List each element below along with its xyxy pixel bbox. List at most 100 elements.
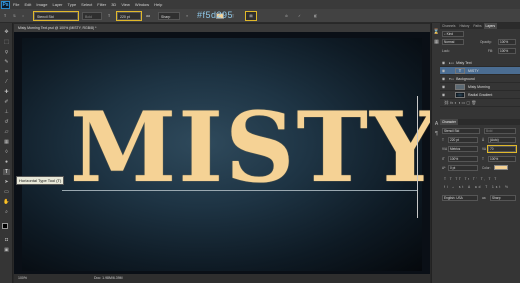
menu-help[interactable]: Help — [154, 2, 162, 7]
app-logo: Ps — [1, 0, 10, 9]
crop-tool-icon[interactable]: ⌗ — [3, 69, 10, 75]
character-panel-tabs: Character — [440, 119, 520, 125]
shape-tool-icon[interactable]: ▭ — [3, 189, 10, 195]
layer-thumbnail — [455, 83, 465, 90]
visibility-eye-icon[interactable]: ◉ — [440, 83, 447, 91]
history-brush-tool-icon[interactable]: ↺ — [3, 119, 10, 125]
path-select-tool-icon[interactable]: ➤ — [3, 179, 10, 185]
char-tracking-field[interactable]: 70 — [487, 145, 517, 153]
char-baseline-field[interactable]: 0 pt — [448, 165, 478, 171]
menu-type[interactable]: Type — [68, 2, 77, 7]
right-panels: Channels History Paths Layers ⌕ Kind Nor… — [440, 23, 520, 283]
char-color-swatch[interactable] — [494, 165, 508, 170]
canvas-area[interactable]: MISTY Horizontal Type Tool (T) — [14, 32, 430, 274]
char-kerning-field[interactable]: Metrics — [448, 146, 478, 152]
menu-edit[interactable]: Edit — [24, 2, 31, 7]
layer-row-radial-gradient[interactable]: ◉ Radial Gradient — [440, 91, 520, 99]
layer-filter-select[interactable]: ⌕ Kind — [442, 31, 464, 37]
visibility-eye-icon[interactable]: ◉ — [440, 91, 447, 99]
screen-mode-icon[interactable]: ▣ — [3, 247, 10, 253]
quick-select-tool-icon[interactable]: ✎ — [3, 59, 10, 65]
char-vscale-field[interactable]: 100% — [448, 156, 478, 162]
layers-list: ◉ ▸▭ Misty Text ◉ T MISTY ◉ ▾▭ Backgroun… — [440, 59, 520, 99]
menu-window[interactable]: Window — [135, 2, 149, 7]
layer-thumbnail — [455, 91, 465, 98]
panel-icon-strip: ⌛ ▦ A ¶ — [431, 23, 440, 283]
character-panel-icon[interactable]: A — [433, 121, 440, 127]
gradient-tool-icon[interactable]: ▦ — [3, 139, 10, 145]
eraser-tool-icon[interactable]: ▱ — [3, 129, 10, 135]
horizontal-scale-icon: T — [482, 157, 484, 161]
type-tool-icon[interactable]: T — [4, 12, 6, 20]
char-aa-mode-select[interactable]: Sharp — [490, 195, 516, 201]
menu-view[interactable]: View — [121, 2, 130, 7]
vertical-scale-icon: IT — [442, 157, 445, 161]
document-image[interactable]: MISTY Horizontal Type Tool (T) — [16, 38, 430, 271]
marquee-tool-icon[interactable]: ⬚ — [3, 39, 10, 45]
char-font-style-select[interactable]: Bold — [484, 128, 516, 134]
brush-tool-icon[interactable]: ✐ — [3, 99, 10, 105]
font-style-select[interactable]: Bold — [82, 12, 102, 20]
tab-character[interactable]: Character — [440, 119, 458, 125]
zoom-tool-icon[interactable]: ⌕ — [3, 209, 10, 215]
menu-3d[interactable]: 3D — [111, 2, 116, 7]
char-font-size-field[interactable]: 220 pt — [448, 137, 478, 143]
layer-row-misty-text[interactable]: ◉ ▸▭ Misty Text — [440, 59, 520, 67]
layer-name: Background — [456, 76, 475, 81]
character-panel: Character Stencil Std Bold T 220 pt Å (A… — [440, 119, 520, 283]
font-size-icon: T — [108, 14, 111, 18]
healing-tool-icon[interactable]: ✚ — [3, 89, 10, 95]
document-tab[interactable]: Misty Morning Text.psd @ 100% (MISTY, RG… — [14, 24, 430, 32]
text-cursor — [417, 96, 418, 218]
text-style-buttons[interactable]: T T TT Tr T' T, T T — [444, 177, 498, 181]
menu-filter[interactable]: Filter — [97, 2, 106, 7]
fill-field[interactable]: 100% — [498, 48, 516, 54]
menu-image[interactable]: Image — [36, 2, 47, 7]
char-font-family-select[interactable]: Stencil Std — [442, 128, 480, 134]
fill-label: Fill: — [488, 49, 493, 53]
aa-label: aa — [146, 14, 150, 18]
visibility-eye-icon[interactable]: ◉ — [440, 67, 447, 75]
type-tool-icon[interactable]: T — [3, 169, 10, 175]
blend-mode-select[interactable]: Normal — [442, 39, 464, 45]
3d-icon[interactable]: ◧ — [314, 12, 317, 20]
opacity-field[interactable]: 100% — [498, 39, 516, 45]
visibility-eye-icon[interactable]: ◉ — [440, 75, 447, 83]
menu-layer[interactable]: Layer — [52, 2, 62, 7]
misty-text-layer[interactable]: MISTY — [70, 100, 430, 196]
visibility-eye-icon[interactable]: ◉ — [440, 59, 447, 67]
zoom-level[interactable]: 100% — [18, 274, 27, 283]
leading-icon: Å — [482, 138, 485, 142]
font-family-select[interactable]: Stencil Std — [33, 11, 79, 21]
swatches-panel-icon[interactable]: ▦ — [433, 39, 440, 45]
menu-select[interactable]: Select — [81, 2, 92, 7]
quick-mask-icon[interactable]: ◘ — [3, 237, 10, 243]
character-panel-toggle-icon[interactable]: ▤ — [245, 11, 257, 21]
history-panel-icon[interactable]: ⌛ — [433, 29, 440, 35]
font-size-field[interactable]: 220 pt — [116, 11, 142, 21]
move-tool-icon[interactable]: ✥ — [3, 29, 10, 35]
layers-controls: ⌕ Kind Normal Opacity: 100% Lock: Fill: … — [440, 29, 520, 59]
menu-file[interactable]: File — [13, 2, 19, 7]
commit-icon[interactable]: ✓ — [298, 12, 301, 20]
hand-tool-icon[interactable]: ✋ — [3, 199, 10, 205]
clone-stamp-tool-icon[interactable]: ⊥ — [3, 109, 10, 115]
lasso-tool-icon[interactable]: ϙ — [3, 49, 10, 55]
eyedropper-tool-icon[interactable]: ⁄ — [3, 79, 10, 85]
orientation-icon[interactable]: ⇅ — [13, 12, 16, 20]
align-left-icon[interactable]: ≡ — [186, 12, 188, 20]
font-family-icon: ○ — [22, 14, 25, 18]
layer-name: Misty Text — [456, 60, 472, 65]
opentype-buttons[interactable]: fi ℴ st A ad T 1st ½ — [444, 185, 510, 189]
char-hscale-field[interactable]: 100% — [488, 156, 516, 162]
dodge-tool-icon[interactable]: ● — [3, 159, 10, 165]
language-select[interactable]: English: USA — [442, 195, 478, 201]
blur-tool-icon[interactable]: ◊ — [3, 149, 10, 155]
layers-footer-icons[interactable]: ⛓ fx ◐ ◑ ▭ ▢ 🗑 — [440, 99, 520, 107]
layer-name: MISTY — [468, 68, 479, 73]
cancel-icon[interactable]: ⊘ — [285, 12, 288, 20]
aa-mode-select[interactable]: Sharp — [158, 12, 180, 20]
char-leading-field[interactable]: (Auto) — [488, 137, 516, 143]
paragraph-panel-icon[interactable]: ¶ — [433, 131, 440, 137]
foreground-color-swatch[interactable] — [2, 223, 8, 229]
